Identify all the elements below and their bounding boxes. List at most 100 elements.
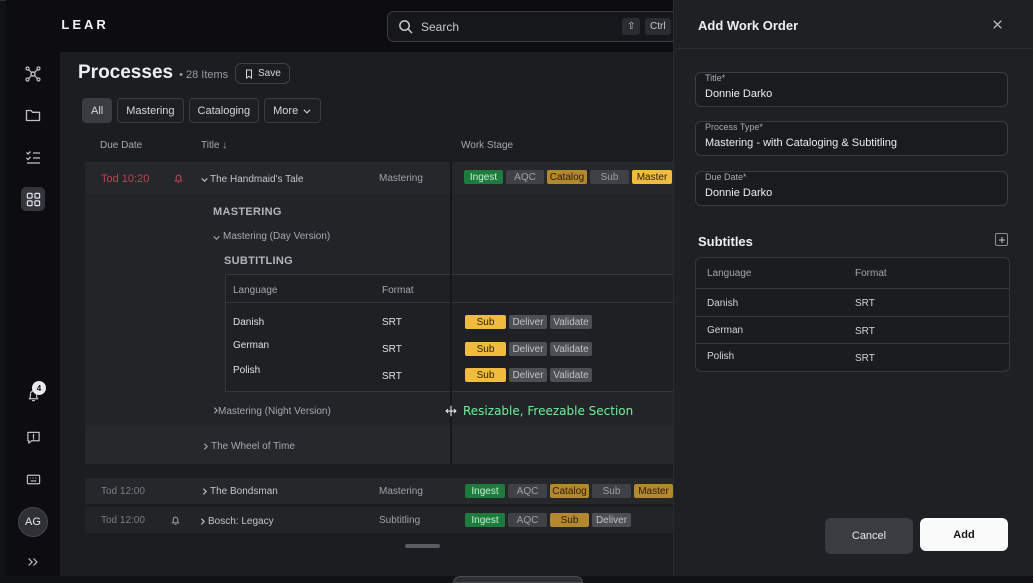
subtitle-format: SRT	[855, 353, 875, 364]
drawer-title: Add Work Order	[698, 18, 799, 33]
subtitle-language: Polish	[707, 351, 735, 362]
cancel-button[interactable]: Cancel	[825, 518, 913, 554]
row-title[interactable]: The Handmaid's Tale	[210, 174, 303, 185]
nested-format: SRT	[382, 317, 402, 328]
close-icon	[993, 20, 1002, 29]
close-drawer-button[interactable]	[992, 17, 1003, 33]
horizontal-scrollbar-thumb[interactable]	[405, 544, 440, 548]
bottom-panel-tab[interactable]	[453, 576, 583, 583]
bell-icon[interactable]	[173, 173, 184, 184]
nav-item-tasks[interactable]	[21, 145, 45, 169]
stage-badge: Ingest	[464, 170, 503, 184]
message-alert-icon	[26, 431, 40, 444]
stage-badge: Sub	[465, 315, 506, 329]
search-placeholder: Search	[421, 19, 460, 34]
section-mastering: MASTERING	[213, 206, 282, 218]
subtitle-format: SRT	[855, 326, 875, 337]
chevron-down-icon[interactable]	[200, 175, 209, 184]
column-header-work-stage[interactable]: Work Stage	[461, 140, 513, 151]
stage-badge: AQC	[508, 513, 547, 527]
annotation-text: Resizable, Freezable Section	[463, 404, 634, 418]
nested-header-language: Language	[233, 285, 278, 296]
save-view-label: Save	[258, 68, 281, 79]
title-field[interactable]: Title*	[695, 72, 1008, 107]
nested-language: Danish	[233, 317, 265, 328]
nested-header-format: Format	[382, 285, 414, 296]
filter-more[interactable]: More	[264, 98, 322, 123]
table-row[interactable]: Danish SRT	[696, 288, 1009, 315]
stage-badge: Catalog	[550, 484, 589, 498]
page-header: Processes • 28 Items	[78, 62, 228, 84]
chevron-down-icon[interactable]	[212, 233, 221, 242]
stage-badge: Sub	[590, 170, 629, 184]
filter-more-label: More	[273, 104, 299, 117]
due-date-input[interactable]	[705, 184, 995, 202]
row-title[interactable]: The Bondsman	[210, 486, 278, 497]
shortcut-ctrl-key: Ctrl	[645, 18, 671, 35]
plus-icon	[998, 236, 1005, 243]
table-row[interactable]: Polish SRT	[696, 343, 1009, 370]
save-view-button[interactable]: Save	[235, 63, 290, 84]
table-row[interactable]: German SRT	[696, 316, 1009, 343]
day-version-label[interactable]: Mastering (Day Version)	[223, 231, 330, 242]
row-process-type: Mastering	[379, 173, 423, 184]
row-due-date: Tod 10:20	[101, 173, 150, 185]
keyboard-icon	[26, 474, 40, 484]
filter-cataloging[interactable]: Cataloging	[188, 98, 260, 123]
chevron-right-icon[interactable]	[198, 517, 207, 526]
subtitles-table: Language Format Danish SRT German SRT Po…	[695, 257, 1010, 372]
chevron-right-icon[interactable]	[200, 487, 209, 496]
nested-format: SRT	[382, 371, 402, 382]
bell-icon[interactable]	[170, 515, 181, 526]
row-title[interactable]: Bosch: Legacy	[208, 516, 274, 527]
search-box[interactable]: Search ⇧ Ctrl	[387, 11, 687, 42]
filter-all[interactable]: All	[82, 98, 113, 123]
stage-badge: Deliver	[509, 368, 547, 382]
process-type-label: Process Type*	[705, 122, 763, 132]
checklist-icon	[26, 151, 40, 164]
process-type-field[interactable]: Process Type*	[695, 121, 1008, 156]
night-version-label[interactable]: Mastering (Night Version)	[218, 406, 331, 417]
freeze-splitter-handle[interactable]	[450, 162, 452, 464]
subtitles-header-language: Language	[707, 268, 752, 279]
sub-item-row[interactable]	[85, 425, 673, 464]
filter-mastering[interactable]: Mastering	[117, 98, 184, 123]
add-subtitle-button[interactable]	[995, 233, 1008, 246]
chevron-right-icon[interactable]	[201, 442, 210, 451]
grid-icon	[26, 192, 40, 206]
user-avatar[interactable]: AG	[18, 507, 48, 537]
nav-item-messages[interactable]	[21, 425, 45, 449]
stage-badge: Catalog	[547, 170, 587, 184]
subtitling-nested-table	[225, 274, 673, 392]
nav-item-keyboard[interactable]	[21, 467, 45, 491]
row-due-date: Tod 12:00	[101, 515, 145, 526]
folder-icon	[25, 109, 41, 122]
stage-badge: Ingest	[465, 484, 505, 498]
drawer-divider	[674, 48, 1033, 49]
nav-item-processes[interactable]	[21, 187, 45, 211]
notifications-badge: 4	[32, 381, 46, 395]
add-work-order-drawer: Add Work Order Title* Process Type* Due …	[673, 0, 1033, 576]
nested-language: Polish	[233, 365, 261, 376]
sub-item-title[interactable]: The Wheel of Time	[211, 441, 295, 452]
process-type-input[interactable]	[705, 134, 995, 152]
nav-item-network[interactable]	[21, 62, 45, 86]
double-chevron-right-icon	[28, 558, 38, 566]
due-date-field[interactable]: Due Date*	[695, 171, 1008, 206]
subtitle-language: German	[707, 325, 744, 336]
network-icon	[25, 66, 41, 82]
top-bar: CLEAR Search ⇧ Ctrl	[6, 0, 687, 52]
expand-sidebar-button[interactable]	[21, 550, 45, 574]
nested-language: German	[233, 340, 270, 351]
column-header-title[interactable]: Title ↓	[201, 140, 227, 151]
title-input[interactable]	[705, 85, 995, 103]
chevron-down-icon	[303, 108, 311, 114]
stage-badge: Deliver	[509, 315, 547, 329]
title-field-label: Title*	[705, 73, 726, 83]
bookmark-icon	[246, 68, 252, 79]
stage-badge: Validate	[550, 342, 592, 356]
add-button[interactable]: Add	[920, 518, 1008, 551]
stage-badge: AQC	[508, 484, 547, 498]
column-header-due-date[interactable]: Due Date	[100, 140, 142, 151]
nav-item-folders[interactable]	[21, 103, 45, 127]
